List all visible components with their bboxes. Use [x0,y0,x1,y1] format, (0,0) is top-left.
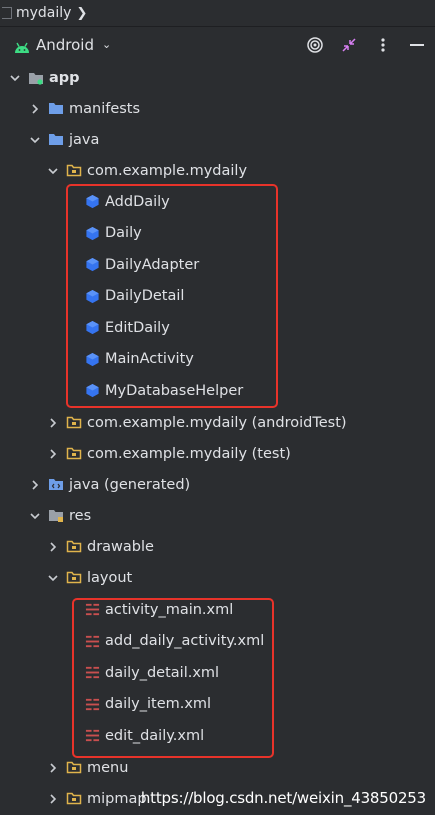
layout-file-icon [84,728,100,744]
resources-folder-icon [48,508,64,524]
tree-item-label: edit_daily.xml [105,727,205,744]
tree-item-label: daily_detail.xml [105,664,220,681]
layout-file-icon [84,696,100,712]
tree-item-label: res [69,507,92,524]
collapse-icon[interactable] [339,35,359,55]
tree-item-layout[interactable]: layout [0,562,435,593]
generated-folder-icon [48,477,64,493]
chevron-down-icon[interactable] [46,164,60,178]
tree-item-class[interactable]: EditDaily [0,312,435,343]
class-icon [84,257,100,273]
tree-item-layout-file[interactable]: add_daily_activity.xml [0,626,435,657]
tree-item-app[interactable]: app [0,62,435,93]
breadcrumb-project[interactable]: mydaily [16,5,71,21]
tree-item-class[interactable]: DailyDetail [0,281,435,312]
package-icon [66,446,82,462]
tree-item-label: MainActivity [105,351,194,367]
class-icon [84,288,100,304]
tree-item-label: AddDaily [105,193,170,210]
chevron-right-icon[interactable] [46,540,60,554]
tree-item-label: com.example.mydaily (androidTest) [87,414,347,431]
tree-item-drawable[interactable]: drawable [0,531,435,562]
chevron-right-icon[interactable] [28,102,42,116]
tree-item-label: menu [87,759,129,776]
class-icon [84,194,100,210]
class-icon [84,383,100,399]
package-icon [66,760,82,776]
tree-item-res[interactable]: res [0,500,435,531]
tree-item-class[interactable]: MainActivity [0,344,435,375]
tree-item-label: com.example.mydaily (test) [87,445,291,462]
package-icon [66,163,82,179]
chevron-right-icon: ❯ [76,5,88,21]
tree-item-java[interactable]: java [0,124,435,155]
tree-item-package-main[interactable]: com.example.mydaily [0,155,435,186]
chevron-down-icon[interactable] [28,509,42,523]
tree-item-label: drawable [87,538,154,555]
tree-item-label: add_daily_activity.xml [105,633,265,649]
breadcrumb: mydaily ❯ [0,0,435,26]
tree-item-layout-file[interactable]: edit_daily.xml [0,720,435,751]
android-icon [14,39,30,53]
tree-item-menu[interactable]: menu [0,752,435,783]
tree-item-package-test[interactable]: com.example.mydaily (test) [0,438,435,469]
tree-item-class[interactable]: Daily [0,218,435,249]
chevron-down-icon[interactable]: ⌄ [102,38,111,51]
tree-item-class[interactable]: MyDatabaseHelper [0,375,435,406]
hide-icon[interactable] [407,35,427,55]
chevron-right-icon[interactable] [46,761,60,775]
tree-item-label: DailyAdapter [105,256,200,273]
tree-item-label: Daily [105,225,142,241]
tree-item-label: layout [87,569,133,586]
class-icon [84,320,100,336]
tree-item-label: mipmap [87,790,147,807]
tree-item-java-generated[interactable]: java (generated) [0,469,435,500]
tree-item-label: java (generated) [69,476,191,493]
tree-item-class[interactable]: DailyAdapter [0,249,435,280]
tree-item-class[interactable]: AddDaily [0,186,435,217]
folder-icon [2,7,12,19]
chevron-down-icon[interactable] [46,571,60,585]
locate-icon[interactable] [305,35,325,55]
chevron-right-icon[interactable] [46,416,60,430]
layout-file-icon [84,633,100,649]
tree-item-label: java [69,131,100,148]
tree-item-package-android-test[interactable]: com.example.mydaily (androidTest) [0,407,435,438]
tree-item-label: app [49,69,80,86]
module-folder-icon [28,70,44,86]
chevron-down-icon[interactable] [8,71,22,85]
layout-file-icon [84,665,100,681]
chevron-right-icon[interactable] [46,447,60,461]
tree-item-label: EditDaily [105,319,170,336]
tree-item-label: daily_item.xml [105,696,212,712]
tree-item-label: manifests [69,100,141,117]
tree-item-label: com.example.mydaily [87,162,248,179]
chevron-down-icon[interactable] [28,133,42,147]
project-view-toolbar: Android ⌄ [0,26,435,62]
tree-item-layout-file[interactable]: daily_item.xml [0,689,435,720]
folder-icon [48,132,64,148]
view-selector-label[interactable]: Android [36,36,94,54]
tree-item-layout-file[interactable]: daily_detail.xml [0,657,435,688]
package-icon [66,791,82,807]
class-icon [84,225,100,241]
package-icon [66,539,82,555]
tree-item-manifests[interactable]: manifests [0,93,435,124]
chevron-right-icon[interactable] [28,478,42,492]
tree-item-label: activity_main.xml [105,601,234,618]
layout-file-icon [84,602,100,618]
package-icon [66,570,82,586]
chevron-right-icon[interactable] [46,792,60,806]
tree-item-label: DailyDetail [105,288,185,304]
tree-item-layout-file[interactable]: activity_main.xml [0,594,435,625]
package-icon [66,415,82,431]
more-icon[interactable] [373,35,393,55]
tree-item-label: MyDatabaseHelper [105,382,244,399]
class-icon [84,351,100,367]
watermark: https://blog.csdn.net/weixin_43850253 [140,789,426,807]
folder-icon [48,101,64,117]
